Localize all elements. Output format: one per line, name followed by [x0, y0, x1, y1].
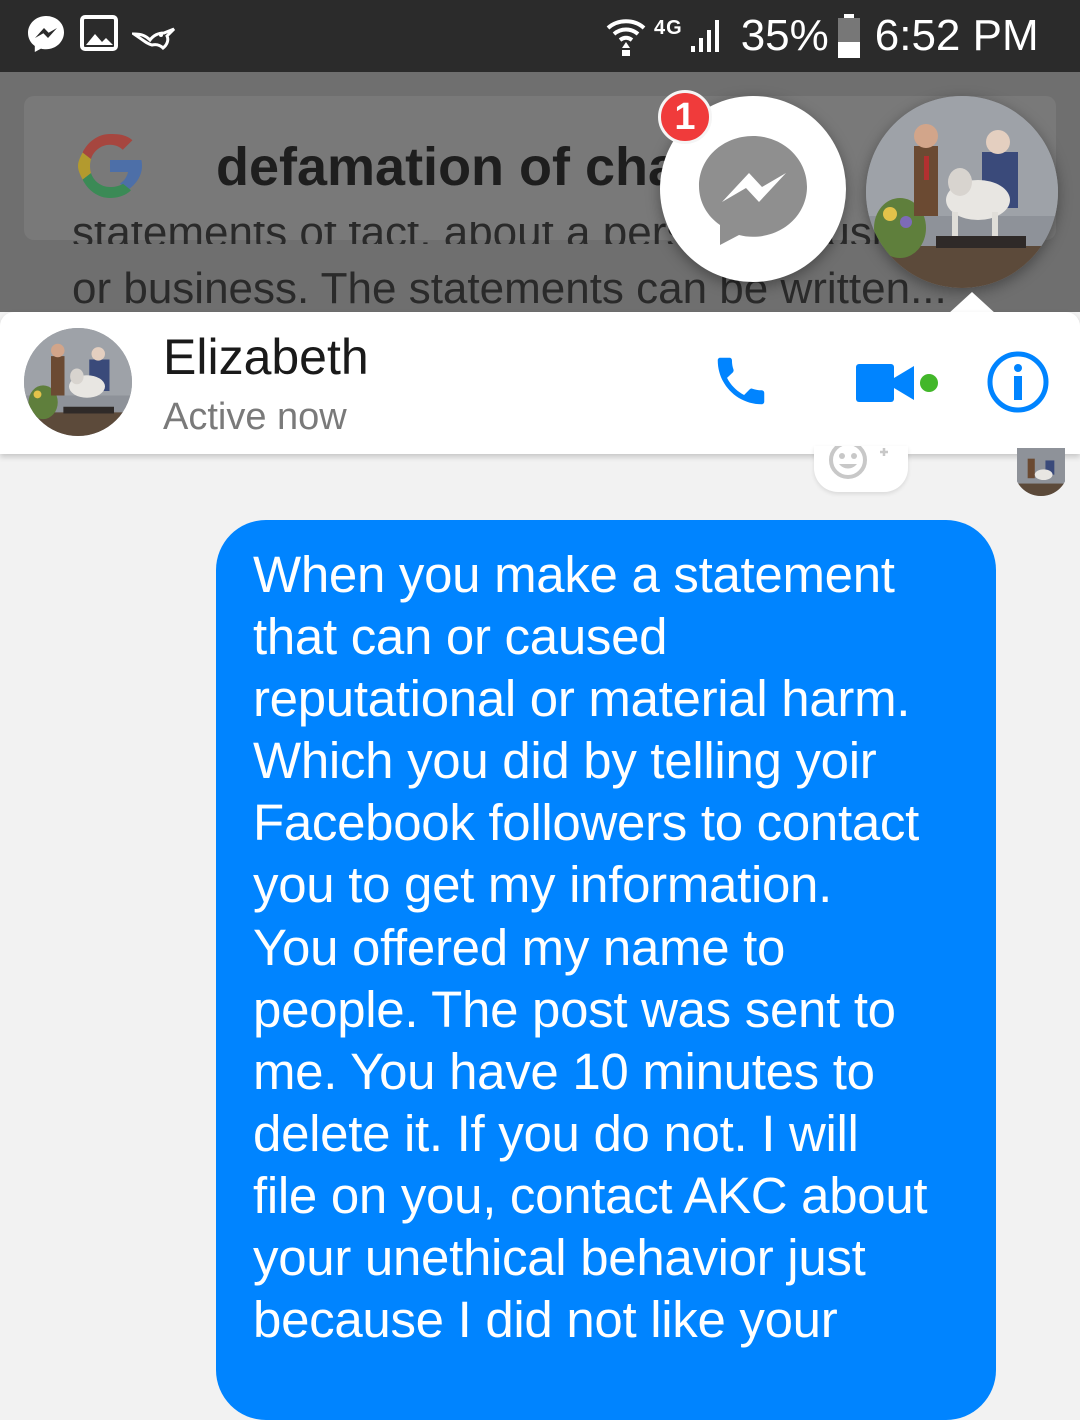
battery-percent: 35% — [740, 11, 829, 60]
network-type: 4G — [654, 16, 683, 39]
messenger-notification-icon — [28, 16, 64, 52]
online-indicator — [920, 374, 938, 392]
message-text: When you make a statement that can or ca… — [253, 546, 928, 1349]
chat-header: Elizabeth Active now — [0, 312, 1080, 454]
chat-head-pointer — [948, 292, 996, 314]
read-receipt-photo — [1017, 448, 1065, 496]
video-call-icon[interactable] — [856, 364, 916, 402]
clock: 6:52 PM — [874, 11, 1039, 60]
google-icon — [78, 134, 142, 198]
read-receipt-avatar — [1014, 448, 1068, 496]
reaction-button[interactable] — [814, 441, 908, 492]
phone-call-icon[interactable] — [710, 350, 772, 412]
battery-icon — [837, 14, 860, 58]
unread-badge: 1 — [658, 90, 712, 144]
status-bar: 4G 35% 6:52 PM — [0, 0, 1080, 72]
info-icon[interactable] — [986, 350, 1050, 414]
active-status: Active now — [163, 396, 347, 438]
search-query: defamation of char — [216, 137, 700, 197]
contact-name[interactable]: Elizabeth — [163, 328, 369, 386]
contact-chat-head[interactable] — [866, 96, 1058, 288]
contact-avatar[interactable] — [24, 328, 132, 436]
wifi-icon — [606, 19, 646, 56]
gallery-notification-icon — [80, 15, 118, 51]
signal-icon — [690, 20, 719, 52]
avatar-photo — [24, 328, 132, 436]
contact-photo — [866, 96, 1058, 288]
hummingbird-notification-icon — [132, 27, 176, 50]
add-reaction-icon — [829, 441, 888, 479]
sent-message-bubble[interactable]: When you make a statement that can or ca… — [216, 520, 996, 1420]
